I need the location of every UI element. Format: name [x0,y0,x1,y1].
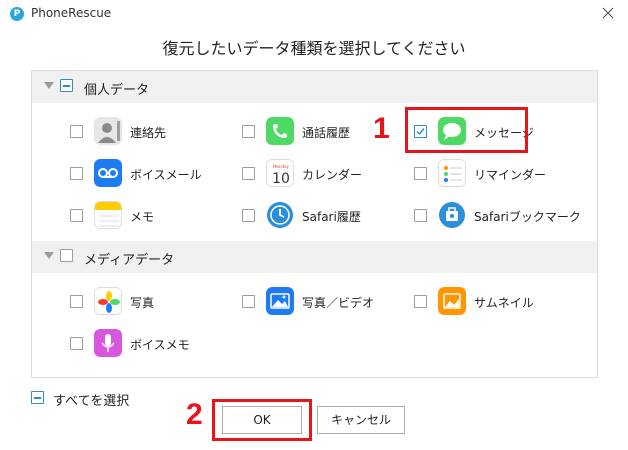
step-2-annotation: 2 [186,398,203,431]
item-label: Safariブックマーク [474,210,581,224]
item-checkbox[interactable] [70,209,83,222]
group-checkbox-personal[interactable] [60,79,73,92]
item-calendar[interactable]: Monday 10 カレンダー [242,159,402,189]
item-label: 写真／ビデオ [302,296,375,310]
cancel-button[interactable]: キャンセル [317,406,405,434]
item-checkbox[interactable] [414,209,427,222]
select-all-checkbox[interactable] [31,391,44,404]
item-photos[interactable]: 写真 [70,287,230,317]
phone-icon [266,117,294,145]
messages-highlight-box [405,107,528,153]
phonerescue-logo-icon: P [10,7,24,21]
item-label: ボイスメール [130,168,202,182]
item-reminders[interactable]: リマインダー [414,159,574,189]
calendar-month: Monday [273,164,289,169]
item-checkbox[interactable] [70,125,83,138]
safari-history-icon [266,201,294,229]
close-icon [602,7,614,19]
item-label: Safari履歴 [302,210,361,224]
item-label: 連絡先 [130,126,167,140]
group-header-media[interactable]: メディアデータ [32,241,597,273]
item-checkbox[interactable] [70,167,83,180]
item-checkbox[interactable] [70,337,83,350]
item-photo-video[interactable]: 写真／ビデオ [242,287,402,317]
photo-video-icon [266,287,294,315]
item-label: メモ [130,210,155,224]
item-checkbox[interactable] [414,295,427,308]
title-bar: P PhoneRescue [0,0,628,28]
item-contacts[interactable]: 連絡先 [70,117,230,147]
item-safari-history[interactable]: Safari履歴 [242,201,402,231]
calendar-icon: Monday 10 [266,159,294,187]
reminders-icon [438,159,466,187]
thumbnail-icon [438,287,466,315]
item-notes[interactable]: メモ [70,201,230,231]
item-checkbox[interactable] [242,295,255,308]
close-button[interactable] [600,5,616,21]
item-label: サムネイル [474,296,534,310]
ok-highlight-box [212,399,312,441]
safari-bookmark-icon [438,201,466,229]
item-checkbox[interactable] [70,295,83,308]
collapse-arrow-icon[interactable] [44,82,54,89]
window-title: PhoneRescue [31,6,112,20]
calendar-day: 10 [272,171,290,187]
item-checkbox[interactable] [242,209,255,222]
item-label: カレンダー [302,168,363,182]
collapse-arrow-icon[interactable] [44,252,54,259]
select-all-label: すべてを選択 [53,394,130,409]
voice-memo-icon [94,329,122,357]
item-checkbox[interactable] [242,167,255,180]
group-header-personal[interactable]: 個人データ [32,71,597,103]
item-voicemail[interactable]: ボイスメール [70,159,230,189]
item-label: 通話履歴 [302,126,351,140]
step-1-annotation: 1 [373,112,390,145]
item-label: ボイスメモ [130,338,190,352]
group-label: 個人データ [84,83,150,98]
group-label: メディアデータ [84,253,175,268]
item-checkbox[interactable] [242,125,255,138]
item-label: 写真 [130,296,155,310]
item-voice-memos[interactable]: ボイスメモ [70,329,230,359]
item-thumbnails[interactable]: サムネイル [414,287,574,317]
notes-icon [94,201,122,229]
item-label: リマインダー [474,168,547,182]
group-checkbox-media[interactable] [60,249,73,262]
contacts-icon [94,117,122,145]
photos-icon [94,287,122,315]
item-checkbox[interactable] [414,167,427,180]
item-safari-bookmarks[interactable]: Safariブックマーク [414,201,581,231]
voicemail-icon [94,159,122,187]
dialog-heading: 復元したいデータ種類を選択してください [162,39,466,58]
